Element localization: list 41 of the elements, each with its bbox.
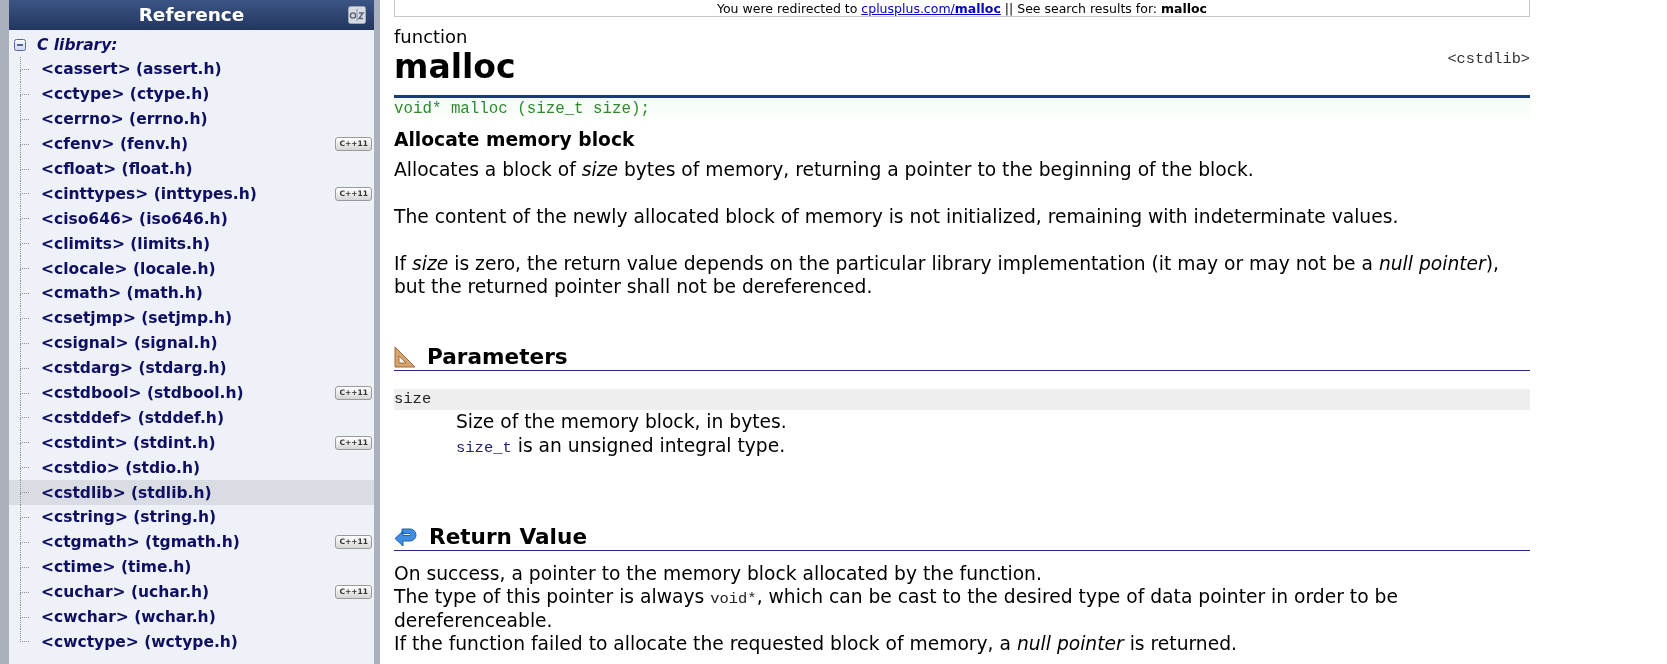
section-title: Parameters	[427, 344, 568, 370]
parameter-name: size	[394, 389, 1530, 410]
sidebar-item[interactable]: <cstdarg> (stdarg.h)	[9, 355, 374, 381]
collapse-icon[interactable]	[14, 38, 26, 51]
sidebar-item[interactable]: <cstring> (string.h)	[9, 505, 374, 530]
paragraph: Allocates a block of size bytes of memory, returning a pointer to the beginning of the block.	[394, 158, 1255, 181]
sidebar-item[interactable]: <cerrno> (errno.h)	[9, 106, 374, 132]
function-title: malloc	[394, 48, 516, 86]
sidebar-title: Reference	[138, 3, 245, 27]
sidebar-item[interactable]: <cctype> (ctype.h)	[9, 81, 374, 107]
sidebar-item[interactable]: <csetjmp> (setjmp.h)	[9, 305, 374, 331]
return-arrow-icon	[394, 526, 418, 548]
ruler-triangle-icon	[394, 346, 416, 368]
sidebar-item[interactable]: <cstddef> (stddef.h)	[9, 405, 374, 431]
summary-heading: Allocate memory block	[394, 129, 635, 151]
sidebar-item[interactable]: <csignal> (signal.h)	[9, 330, 374, 356]
header-name: <cstdlib>	[1447, 49, 1530, 69]
paragraph: If size is zero, the return value depends on the particular library implementation (it may or may not be a null pointer), but the returned pointer shall not be dereferenced.	[394, 252, 1500, 298]
sidebar-item[interactable]: <ctime> (time.h)	[9, 554, 374, 580]
return-value-text: The type of this pointer is always void*, which can be cast to the desired type of data pointer in order to be dereferenceable.	[394, 585, 1399, 634]
sidebar-item[interactable]: <cstdlib> (stdlib.h)	[9, 480, 374, 506]
paragraph: The content of the newly allocated block of memory is not initialized, remaining with indeterminate values.	[394, 205, 1400, 228]
sidebar-item[interactable]: <cwctype> (wctype.h)	[9, 629, 374, 655]
return-value-text: If the function failed to allocate the requested block of memory, a null pointer is returned.	[394, 633, 1238, 656]
sidebar-item[interactable]: <ciso646> (iso646.h)	[9, 206, 374, 232]
sidebar-item[interactable]: <cassert> (assert.h)	[9, 57, 374, 82]
sidebar-item[interactable]: <cfloat> (float.h)	[9, 156, 374, 182]
redirect-notice: You were redirected to cplusplus.com/malloc || See search results for: malloc	[716, 0, 1208, 16]
sidebar-item[interactable]: <climits> (limits.h)	[9, 231, 374, 257]
sidebar-item[interactable]: <clocale> (locale.h)	[9, 256, 374, 281]
sort-icon[interactable]	[348, 6, 366, 24]
return-value-text: On success, a pointer to the memory block allocated by the function.	[394, 563, 1043, 586]
sidebar-item[interactable]: <cwchar> (wchar.h)	[9, 604, 374, 630]
function-prototype: void* malloc (size_t size);	[394, 98, 1530, 120]
redirect-link[interactable]: cplusplus.com/malloc	[861, 0, 1001, 16]
parameter-description: Size of the memory block, in bytes.	[455, 410, 787, 434]
parameter-description: size_t is an unsigned integral type.	[455, 434, 786, 459]
entity-kind-label: function	[394, 26, 468, 48]
sidebar-item[interactable]: <cmath> (math.h)	[9, 281, 374, 306]
tree-group-label[interactable]: C library:	[37, 35, 118, 54]
section-title: Return Value	[429, 524, 588, 550]
